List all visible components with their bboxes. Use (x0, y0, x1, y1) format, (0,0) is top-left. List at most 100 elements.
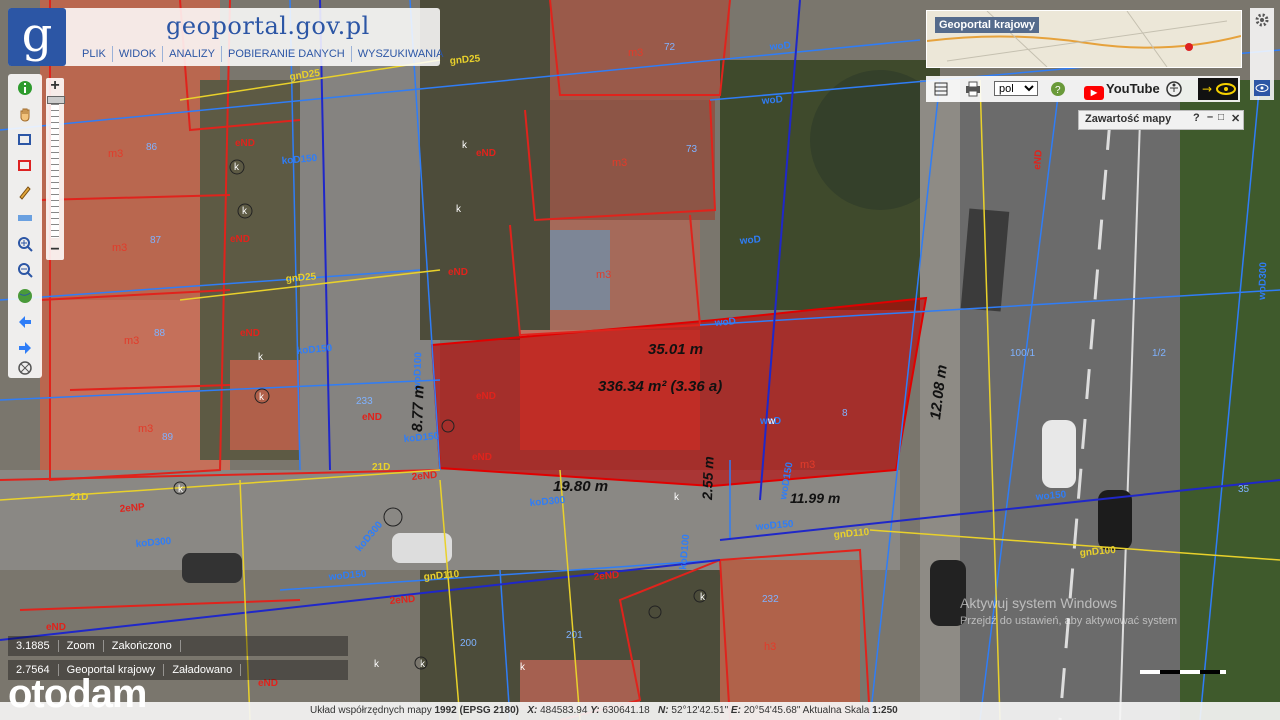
network-label: eND (476, 148, 496, 159)
network-label: 21D (372, 462, 390, 473)
zoom-minus-button[interactable]: − (47, 242, 63, 258)
select-area-icon[interactable] (17, 158, 33, 174)
network-label: eND (448, 267, 468, 278)
site-title: geoportal.gov.pl (166, 12, 370, 40)
network-label: woD (738, 234, 761, 247)
full-extent-globe-icon[interactable] (17, 288, 33, 304)
close-icon[interactable]: ✕ (1231, 112, 1240, 125)
svg-text:?: ? (1055, 85, 1061, 96)
help-icon[interactable]: ? (1193, 112, 1200, 124)
car (1042, 420, 1076, 488)
info-icon[interactable] (17, 80, 33, 96)
network-label: 21D (70, 492, 88, 503)
zoom-in-icon[interactable] (17, 236, 33, 252)
next-view-icon[interactable] (17, 340, 33, 356)
network-label: woD (760, 94, 783, 107)
measurement-inner-edge: 2.55 m (699, 456, 717, 501)
parcel-number: 87 (150, 235, 162, 246)
measurement-bottom-edge: 19.80 m (553, 478, 608, 495)
pan-hand-icon[interactable] (17, 106, 33, 122)
youtube-link[interactable]: ▶ YouTube (1084, 81, 1160, 100)
parcel-number: 233 (356, 396, 373, 407)
help-icon[interactable]: ? (1050, 81, 1066, 97)
parcel-number: 72 (664, 42, 676, 53)
zoom-out-icon[interactable] (17, 262, 33, 278)
building-label: m3 (628, 47, 643, 59)
network-label: 2eND (411, 470, 437, 483)
parcel-number: 35 (1238, 484, 1250, 495)
measurement-bottom-right-edge: 11.99 m (790, 490, 840, 506)
network-label: eND (46, 622, 66, 633)
measurement-area: 336.34 m² (3.36 a) (598, 378, 722, 395)
overview-map-title: Geoportal krajowy (935, 17, 1039, 33)
building-label: m3 (108, 148, 123, 160)
parcel-number: 232 (762, 594, 779, 605)
zoom-plus-button[interactable]: + (47, 78, 63, 94)
network-label: eND (476, 391, 496, 402)
parcel-number: 201 (566, 630, 583, 641)
language-select[interactable]: pol (994, 81, 1038, 96)
network-label: eND (240, 328, 260, 339)
gear-icon[interactable] (1254, 12, 1270, 28)
header-panel: g geoportal.gov.pl PLIK WIDOK ANALIZY PO… (8, 8, 444, 66)
previous-view-icon[interactable] (17, 314, 33, 330)
car (392, 533, 452, 563)
building-label: m3 (596, 269, 611, 281)
network-label: 2eND (389, 594, 415, 607)
log-row: 3.1885 Zoom Zakończono (8, 636, 348, 656)
map-contents-title: Zawartość mapy (1085, 113, 1172, 125)
svg-text:→: → (1202, 82, 1212, 96)
otodom-watermark: otodam (8, 672, 147, 716)
building-label: m3 (112, 242, 127, 254)
minimize-icon[interactable]: – (1207, 111, 1213, 123)
parcel-number: 73 (686, 144, 698, 155)
status-bar: Układ współrzędnych mapy 1992 (EPSG 2180… (0, 702, 1280, 720)
draw-pencil-icon[interactable] (17, 184, 33, 200)
maximize-icon[interactable]: □ (1218, 112, 1224, 123)
parcel-number: 8 (842, 408, 848, 419)
scale-bar (1140, 670, 1226, 674)
zoom-thumb[interactable] (47, 96, 65, 104)
overview-map[interactable]: Geoportal krajowy (926, 10, 1242, 68)
roof-block (720, 560, 860, 720)
log-state: Załadowano (164, 664, 242, 676)
log-state: Zakończono (104, 640, 181, 652)
geoportal-logo[interactable]: g (8, 8, 66, 66)
log-value: 3.1885 (8, 640, 59, 652)
zoom-track[interactable] (51, 98, 59, 238)
parcel-number: 88 (154, 328, 166, 339)
network-label: woD300 (1257, 262, 1269, 302)
accessibility-icon[interactable] (1166, 81, 1182, 97)
parcel-number: 100/1 (1010, 348, 1035, 359)
network-label: woD (713, 316, 736, 329)
clear-icon[interactable] (17, 360, 33, 376)
select-rectangle-icon[interactable] (17, 132, 33, 148)
view-eye-icon[interactable] (1254, 80, 1270, 96)
car (182, 553, 242, 583)
parcel-number: 89 (162, 432, 174, 443)
menu-widok[interactable]: WIDOK (113, 46, 164, 62)
building-label: m3 (138, 423, 153, 435)
coordinates-icon[interactable] (17, 210, 33, 226)
building-label: m3 (612, 157, 627, 169)
menu-wyszukiwania[interactable]: WYSZUKIWANIA (352, 46, 450, 62)
network-label: woD (768, 40, 791, 53)
print-icon[interactable] (964, 81, 982, 97)
table-icon[interactable] (934, 82, 948, 96)
parcel-number: 1/2 (1152, 348, 1166, 359)
network-label: eND (235, 138, 255, 149)
zoom-slider[interactable]: + − (46, 78, 65, 260)
main-menu: PLIK WIDOK ANALIZY POBIERANIE DANYCH WYS… (76, 46, 450, 62)
building-label: m3 (800, 459, 815, 471)
building-label: h3 (764, 641, 776, 653)
menu-plik[interactable]: PLIK (76, 46, 113, 62)
network-label: eND (362, 412, 382, 423)
windows-activation-notice: Aktywuj system Windows Przejdź do ustawi… (960, 595, 1178, 627)
menu-analizy[interactable]: ANALIZY (163, 46, 222, 62)
right-toolbar: pol ? ▶ YouTube → (926, 76, 1240, 102)
map-contents-panel[interactable]: Zawartość mapy ? – □ ✕ (1078, 110, 1244, 130)
network-label: eND (1032, 149, 1045, 170)
youtube-play-icon: ▶ (1084, 86, 1104, 100)
contrast-eye-icon[interactable]: → (1198, 78, 1238, 100)
menu-pobieranie-danych[interactable]: POBIERANIE DANYCH (222, 46, 352, 62)
